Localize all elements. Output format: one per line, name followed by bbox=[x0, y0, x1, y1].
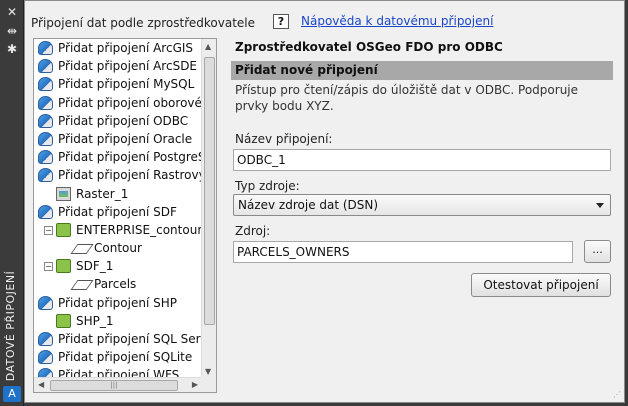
add-connection-icon bbox=[38, 77, 53, 92]
add-connection-icon bbox=[38, 113, 53, 128]
chevron-down-icon bbox=[596, 203, 604, 208]
tree-item[interactable]: Parcels bbox=[34, 275, 202, 293]
data-connect-panel: Připojení dat podle zprostředkovatele ? … bbox=[24, 0, 625, 403]
close-icon[interactable]: ✕ bbox=[4, 4, 20, 20]
raster-icon bbox=[56, 186, 71, 201]
test-connection-button[interactable]: Otestovat připojení bbox=[471, 273, 611, 297]
tree-item[interactable]: Přidat připojení ArcSDE bbox=[34, 57, 202, 75]
resize-grip[interactable]: ⋰ bbox=[613, 391, 623, 401]
add-connection-icon bbox=[38, 204, 53, 219]
tree-item[interactable]: Přidat připojení SQLite bbox=[34, 348, 202, 366]
tree-horizontal-scrollbar[interactable]: ◀ ||| ▶ bbox=[34, 377, 202, 392]
scroll-down-icon[interactable]: ▼ bbox=[205, 367, 211, 376]
tree-item[interactable]: Přidat připojení oborového bbox=[34, 94, 216, 112]
add-connection-icon bbox=[38, 150, 53, 165]
scroll-corner bbox=[201, 377, 216, 392]
provider-tree[interactable]: Přidat připojení ArcGIS Přidat připojení … bbox=[33, 38, 217, 393]
tree-items: Přidat připojení ArcGIS Přidat připojení … bbox=[34, 39, 216, 385]
tree-item[interactable]: SHP_1 bbox=[34, 312, 202, 330]
add-connection-icon bbox=[38, 131, 53, 146]
tree-item[interactable]: − ENTERPRISE_contour bbox=[34, 221, 202, 239]
provider-description: Přístup pro čtení/zápis do úložiště dat … bbox=[235, 83, 579, 113]
add-connection-icon bbox=[38, 295, 53, 310]
tree-item[interactable]: Přidat připojení ODBC bbox=[34, 112, 202, 130]
collapse-toggle-icon[interactable]: − bbox=[44, 225, 53, 235]
tree-item-label: Přidat připojení SQLite bbox=[58, 350, 193, 365]
layer-icon bbox=[56, 259, 71, 274]
autodesk-logo-icon: A bbox=[3, 386, 21, 402]
tree-item-label: Přidat připojení oborového bbox=[58, 95, 217, 110]
tree-item[interactable]: Přidat připojení PostgreSQL bbox=[34, 148, 216, 166]
tree-item[interactable]: Přidat připojení SHP bbox=[34, 294, 202, 312]
palette-strip: ✕ ⇹ ✱ DATOVÉ PŘIPOJENÍ A bbox=[0, 0, 24, 406]
tree-item[interactable]: Přidat připojení Oracle bbox=[34, 130, 202, 148]
palette-title: DATOVÉ PŘIPOJENÍ bbox=[4, 270, 17, 382]
add-connection-icon bbox=[38, 350, 53, 365]
tree-item[interactable]: Přidat připojení SDF bbox=[34, 203, 202, 221]
feature-class-icon bbox=[70, 244, 94, 255]
tree-item[interactable]: Contour bbox=[34, 239, 202, 257]
collapse-toggle-icon[interactable]: − bbox=[44, 262, 53, 272]
tree-item[interactable]: Přidat připojení SQL Server bbox=[34, 330, 216, 348]
help-icon[interactable]: ? bbox=[273, 14, 289, 29]
tree-item-label: SHP_1 bbox=[76, 313, 114, 328]
source-type-select[interactable]: Název zdroje dat (DSN) bbox=[233, 194, 611, 216]
tree-item-label: Přidat připojení SHP bbox=[58, 295, 177, 310]
scroll-thumb-horizontal[interactable]: ||| bbox=[50, 380, 178, 391]
tree-item-label: Parcels bbox=[94, 277, 137, 292]
tree-item-label: Raster_1 bbox=[76, 186, 129, 201]
tree-item-label: Přidat připojení ArcGIS bbox=[58, 41, 194, 55]
tree-item-label: Přidat připojení Rastrový ob bbox=[58, 168, 217, 183]
tree-item-label: Přidat připojení Oracle bbox=[58, 131, 193, 146]
tree-item-label: Přidat připojení SQL Server bbox=[58, 332, 217, 346]
feature-class-icon bbox=[70, 280, 94, 291]
help-link[interactable]: Nápověda k datovému připojení bbox=[301, 14, 493, 28]
provider-title: Zprostředkovatel OSGeo FDO pro ODBC bbox=[235, 40, 503, 54]
tree-item-label: Přidat připojení MySQL bbox=[58, 77, 195, 92]
tree-item-label: ENTERPRISE_contour bbox=[76, 222, 203, 237]
tree-item[interactable]: − SDF_1 bbox=[34, 257, 202, 275]
tree-item-label: Přidat připojení ArcSDE bbox=[58, 59, 198, 74]
auto-hide-icon[interactable]: ⇹ bbox=[4, 23, 20, 39]
tree-item[interactable]: Přidat připojení MySQL bbox=[34, 75, 202, 93]
tree-item-label: Přidat připojení ODBC bbox=[58, 113, 189, 128]
scroll-up-icon[interactable]: ▲ bbox=[205, 42, 211, 51]
scroll-thumb[interactable] bbox=[204, 57, 215, 325]
scroll-left-icon[interactable]: ◀ bbox=[38, 380, 44, 389]
tree-item[interactable]: Přidat připojení ArcGIS bbox=[34, 39, 202, 57]
tree-item-label: SDF_1 bbox=[76, 259, 114, 274]
connection-name-label: Název připojení: bbox=[235, 132, 333, 146]
source-type-value: Název zdroje dat (DSN) bbox=[238, 198, 379, 212]
add-connection-icon bbox=[38, 41, 53, 55]
add-connection-icon bbox=[38, 59, 53, 74]
connection-name-input[interactable]: ODBC_1 bbox=[233, 149, 611, 171]
section-title: Přidat nové připojení bbox=[231, 61, 613, 80]
source-input[interactable]: PARCELS_OWNERS bbox=[233, 241, 573, 263]
source-type-label: Typ zdroje: bbox=[235, 179, 300, 193]
tree-item-label: Přidat připojení SDF bbox=[58, 204, 177, 219]
settings-icon[interactable]: ✱ bbox=[4, 41, 20, 57]
tree-item-label: Přidat připojení PostgreSQL bbox=[58, 150, 217, 165]
tree-item[interactable]: Raster_1 bbox=[34, 185, 202, 203]
layer-icon bbox=[56, 222, 71, 237]
layer-icon bbox=[56, 313, 71, 328]
tree-item[interactable]: Přidat připojení Rastrový ob bbox=[34, 166, 216, 184]
browse-button[interactable]: ... bbox=[584, 240, 611, 263]
add-connection-icon bbox=[38, 332, 53, 346]
add-connection-icon bbox=[38, 168, 53, 183]
providers-header: Připojení dat podle zprostředkovatele bbox=[31, 16, 255, 30]
tree-vertical-scrollbar[interactable]: ▲ ▼ bbox=[201, 39, 216, 379]
source-label: Zdroj: bbox=[235, 224, 271, 238]
tree-item-label: Contour bbox=[94, 241, 142, 256]
add-connection-icon bbox=[38, 95, 53, 110]
scroll-right-icon[interactable]: ▶ bbox=[192, 380, 198, 389]
